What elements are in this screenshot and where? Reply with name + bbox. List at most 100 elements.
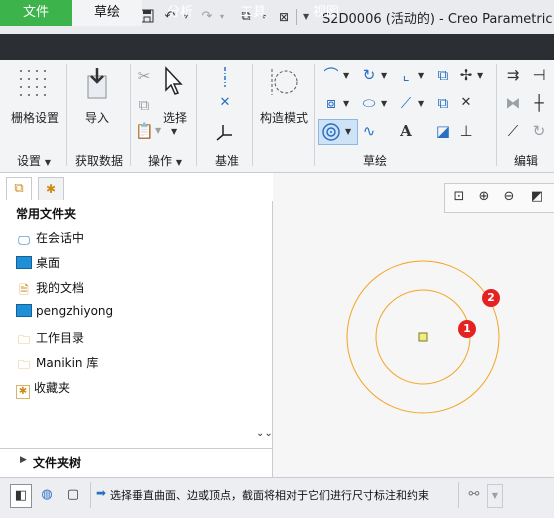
mirror-icon[interactable]: ⧓	[504, 94, 522, 112]
sketch-geometry	[346, 260, 500, 414]
chevron-down-icon: ▼	[44, 158, 51, 167]
tab-sketch[interactable]: 草绘	[72, 0, 142, 26]
group-divider	[252, 64, 253, 166]
line-icon[interactable]: ⌒	[322, 66, 340, 84]
favorites-tab[interactable]: ✱	[38, 177, 64, 200]
coordinate-system-icon[interactable]	[214, 122, 234, 142]
group-divider	[66, 64, 67, 166]
show-navigator-icon[interactable]: ◧	[10, 484, 32, 508]
status-divider	[90, 482, 91, 508]
working-directory-icon: 🗀	[17, 333, 30, 347]
ribbon-tab-bar	[0, 34, 554, 60]
marker-1: 1	[458, 320, 476, 338]
list-item[interactable]: pengzhiyong	[16, 304, 113, 324]
coordinate-system-sketch-icon[interactable]: ⊥	[457, 122, 475, 140]
folder-browser-icon: ⧉	[14, 181, 24, 196]
delete-segment-icon[interactable]: ⟋	[504, 122, 522, 140]
circle-dropdown-icon[interactable]: ▼	[345, 127, 351, 136]
select-arrow-icon[interactable]	[162, 66, 184, 96]
ellipse-icon[interactable]: ⬭	[360, 94, 378, 112]
import-icon[interactable]	[82, 66, 112, 100]
redo-dropdown-icon[interactable]: ▾	[220, 12, 224, 21]
group-sketch-label: 草绘	[362, 154, 387, 168]
construction-mode-button[interactable]: 构造模式	[256, 109, 312, 126]
rectangle-dropdown-icon[interactable]: ▼	[343, 99, 349, 108]
line-dropdown-icon[interactable]: ▼	[343, 71, 349, 80]
rectangle-icon[interactable]: ⧇	[322, 94, 340, 112]
paste-icon[interactable]: 📋	[135, 122, 154, 140]
arc-icon[interactable]: ↻	[360, 66, 378, 84]
folder-browser-tab[interactable]: ⧉	[6, 177, 32, 200]
list-item[interactable]: 桌面	[16, 254, 60, 274]
ellipse-dropdown-icon[interactable]: ▼	[381, 99, 387, 108]
grid-settings-icon[interactable]	[18, 68, 48, 98]
favorites-star-icon: ✱	[45, 182, 57, 196]
offset-icon[interactable]: ⧉	[434, 66, 452, 84]
group-edit-label: 编辑	[513, 154, 538, 168]
modify-icon[interactable]: ⇉	[504, 66, 522, 84]
expand-arrow-icon[interactable]: ▶	[20, 455, 27, 465]
status-message: 选择垂直曲面、边或顶点，截面将相对于它们进行尺寸标注和约束	[110, 489, 429, 502]
group-divider	[130, 64, 131, 166]
fillet-icon[interactable]: ⌞	[397, 66, 415, 84]
browser-icon[interactable]: ◍	[37, 484, 57, 506]
group-divider	[496, 64, 497, 166]
arc-dropdown-icon[interactable]: ▼	[381, 71, 387, 80]
group-datum-label: 基准	[214, 154, 239, 168]
cut-icon[interactable]: ✂	[135, 67, 153, 85]
list-item[interactable]: 🗀 工作目录	[16, 329, 84, 349]
list-item[interactable]: 🗀 Manikin 库	[16, 354, 98, 374]
manikin-library-icon: 🗀	[17, 358, 30, 372]
construction-mode-icon[interactable]	[268, 66, 300, 98]
text-icon[interactable]: A	[397, 122, 415, 140]
copy-icon[interactable]: ⧉	[135, 96, 153, 114]
select-dropdown-icon[interactable]: ▼	[171, 127, 177, 136]
full-screen-icon[interactable]: ▢	[63, 484, 83, 506]
sketch-point-icon[interactable]: ✕	[457, 94, 475, 112]
concentric-circle-icon[interactable]	[321, 122, 341, 142]
status-divider	[458, 482, 459, 508]
center-point[interactable]	[418, 332, 428, 342]
group-divider	[196, 64, 197, 166]
tab-analysis[interactable]: 分析	[152, 0, 208, 26]
datum-point-icon[interactable]: ✕	[216, 94, 234, 112]
axis-point-icon[interactable]: ✢	[457, 66, 475, 84]
tab-file[interactable]: 文件	[0, 0, 72, 26]
tab-view[interactable]: 视图	[298, 0, 354, 26]
fillet-dropdown-icon[interactable]: ▼	[418, 71, 424, 80]
favorites-icon: ✱	[16, 385, 30, 399]
grid-settings-button[interactable]: 栅格设置	[8, 109, 62, 126]
group-divider	[314, 64, 315, 166]
binoculars-icon[interactable]: ⚯	[464, 484, 484, 506]
thicken-icon[interactable]: ⧉	[434, 94, 452, 112]
group-settings-label[interactable]: 设置 ▼	[14, 152, 54, 169]
documents-icon: 🗎	[19, 283, 29, 297]
select-button[interactable]: 选择	[158, 109, 192, 126]
desktop-icon	[16, 256, 32, 269]
message-arrow-icon: ➡	[96, 486, 107, 500]
project-icon[interactable]: ◪	[434, 122, 452, 140]
chamfer-dropdown-icon[interactable]: ▼	[418, 99, 424, 108]
monitor-icon: 🖵	[18, 233, 30, 247]
folder-tree-label[interactable]: 文件夹树	[33, 454, 81, 471]
trim-icon[interactable]: ⊣	[530, 66, 548, 84]
filter-dropdown-icon[interactable]: ▼	[487, 484, 503, 508]
list-item[interactable]: 🖵 在会话中	[16, 229, 84, 249]
user-computer-icon	[16, 304, 32, 317]
group-operations-label[interactable]: 操作 ▼	[140, 152, 190, 169]
list-item[interactable]: ✱ 收藏夹	[16, 379, 70, 399]
paste-dropdown-icon[interactable]: ▼	[155, 126, 161, 135]
divide-icon[interactable]: ┼	[530, 94, 548, 112]
group-get-data-label: 获取数据	[74, 154, 123, 168]
collapse-chevron-icon[interactable]: ⌄⌄	[256, 428, 273, 439]
spline-icon[interactable]: ∿	[360, 122, 378, 140]
import-button[interactable]: 导入	[72, 109, 122, 126]
window-title: S2D0006 (活动的) - Creo Parametric 9	[322, 12, 554, 27]
chamfer-icon[interactable]: ⟋	[397, 94, 415, 112]
chevron-down-icon: ▼	[175, 158, 182, 167]
rotate-resize-icon[interactable]: ↻	[530, 122, 548, 140]
centerline-icon[interactable]	[218, 66, 232, 88]
list-item[interactable]: 🗎 我的文档	[16, 279, 84, 299]
tab-tools[interactable]: 工具	[225, 0, 281, 26]
axis-point-dropdown-icon[interactable]: ▼	[477, 71, 483, 80]
